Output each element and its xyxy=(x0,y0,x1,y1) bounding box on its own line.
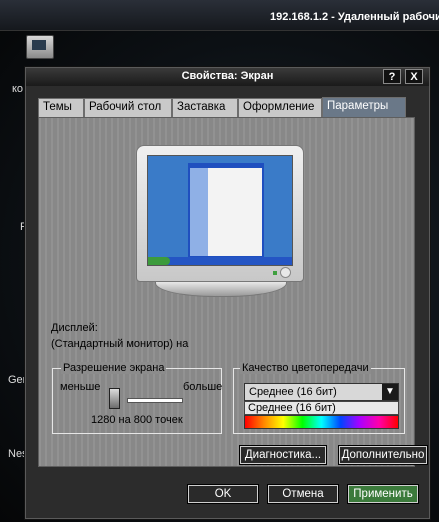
close-button[interactable]: X xyxy=(405,69,423,84)
color-quality-legend: Качество цветопередачи xyxy=(240,362,371,374)
remote-session-titlebar: 192.168.1.2 - Удаленный рабочий xyxy=(0,0,439,31)
resolution-more-label: больше xyxy=(183,381,223,393)
help-button[interactable]: ? xyxy=(383,69,401,84)
color-quality-option[interactable]: Среднее (16 бит) xyxy=(245,402,398,414)
resolution-legend: Разрешение экрана xyxy=(61,362,167,374)
monitor-power-button-icon xyxy=(280,267,291,278)
display-properties-dialog: Свойства: Экран ? X Темы Рабочий стол За… xyxy=(25,67,430,519)
diagnostics-button[interactable]: Диагностика... xyxy=(239,445,327,465)
apply-button[interactable]: Применить xyxy=(347,484,419,504)
preview-start-button xyxy=(148,257,170,265)
tab-desktop[interactable]: Рабочий стол xyxy=(84,98,172,117)
tab-themes[interactable]: Темы xyxy=(38,98,84,117)
display-value: (Стандартный монитор) на xyxy=(51,338,189,350)
chevron-down-icon[interactable]: ▼ xyxy=(382,384,398,400)
display-label: Дисплей: xyxy=(51,322,98,334)
tab-settings[interactable]: Параметры xyxy=(322,97,406,117)
desktop-label-1[interactable]: ко xyxy=(12,83,23,95)
remote-session-title: 192.168.1.2 - Удаленный рабочий xyxy=(270,11,439,23)
color-quality-dropdown: Среднее (16 бит) xyxy=(244,401,399,415)
monitor-power-indicator-icon xyxy=(273,271,277,275)
color-quality-selected: Среднее (16 бит) xyxy=(249,386,337,398)
settings-panel: Дисплей: (Стандартный монитор) на Разреш… xyxy=(38,117,428,467)
preview-window xyxy=(188,163,264,258)
monitor-preview xyxy=(136,145,304,282)
tab-screensaver[interactable]: Заставка xyxy=(172,98,238,117)
resolution-value: 1280 на 800 точек xyxy=(91,414,183,426)
resolution-less-label: меньше xyxy=(60,381,101,393)
dialog-titlebar[interactable]: Свойства: Экран ? X xyxy=(26,68,429,86)
tab-appearance[interactable]: Оформление xyxy=(238,98,322,117)
desktop-computer-icon[interactable] xyxy=(26,35,54,59)
monitor-screen xyxy=(147,155,293,266)
color-quality-group: Качество цветопередачи Среднее (16 бит) … xyxy=(233,362,405,434)
resolution-group: Разрешение экрана меньше больше 1280 на … xyxy=(52,362,223,434)
color-spectrum-preview xyxy=(244,415,399,429)
color-quality-select[interactable]: Среднее (16 бит) ▼ xyxy=(244,383,399,401)
dialog-title: Свойства: Экран xyxy=(181,70,274,82)
advanced-button[interactable]: Дополнительно xyxy=(338,445,428,465)
monitor-stand xyxy=(155,282,287,297)
ok-button[interactable]: OK xyxy=(187,484,259,504)
resolution-slider-track[interactable] xyxy=(127,398,183,403)
resolution-slider-thumb[interactable] xyxy=(109,388,120,409)
cancel-button[interactable]: Отмена xyxy=(267,484,339,504)
